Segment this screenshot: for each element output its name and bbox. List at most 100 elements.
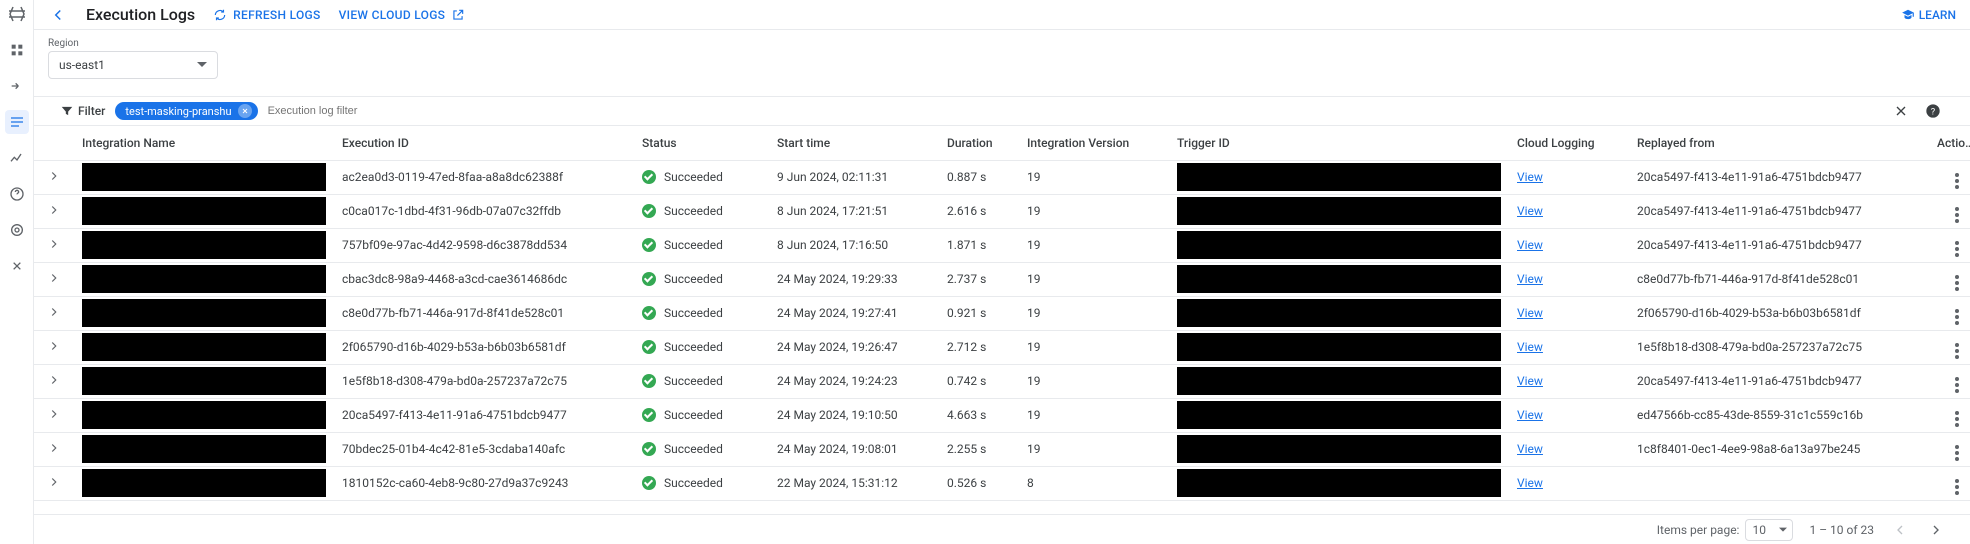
col-duration[interactable]: Duration bbox=[939, 126, 1019, 160]
redacted-block bbox=[1177, 231, 1501, 259]
table-row[interactable]: 1e5f8b18-d308-479a-bd0a-257237a72c75 Suc… bbox=[34, 364, 1970, 398]
view-cloud-log-link[interactable]: View bbox=[1517, 272, 1543, 286]
cell-integration-name bbox=[74, 466, 334, 500]
filter-input[interactable] bbox=[268, 105, 1069, 117]
col-start-time[interactable]: Start time bbox=[769, 126, 939, 160]
back-button[interactable] bbox=[48, 5, 68, 25]
expand-row-button[interactable] bbox=[34, 466, 74, 500]
redacted-block bbox=[1177, 435, 1501, 463]
filter-help-button[interactable]: ? bbox=[1922, 100, 1944, 122]
cell-trigger-id bbox=[1169, 262, 1509, 296]
row-actions-button[interactable] bbox=[1929, 228, 1970, 262]
view-cloud-log-link[interactable]: View bbox=[1517, 306, 1543, 320]
table-row[interactable]: 1810152c-ca60-4eb8-9c80-27d9a37c9243 Suc… bbox=[34, 466, 1970, 500]
chevron-right-icon bbox=[47, 169, 61, 183]
row-actions-button[interactable] bbox=[1929, 160, 1970, 194]
cell-integration-name bbox=[74, 194, 334, 228]
view-cloud-log-link[interactable]: View bbox=[1517, 442, 1543, 456]
view-cloud-log-link[interactable]: View bbox=[1517, 170, 1543, 184]
expand-row-button[interactable] bbox=[34, 194, 74, 228]
row-actions-button[interactable] bbox=[1929, 364, 1970, 398]
redacted-block bbox=[1177, 367, 1501, 395]
table-row[interactable]: ac2ea0d3-0119-47ed-8faa-a8a8dc62388f Suc… bbox=[34, 160, 1970, 194]
clear-filter-button[interactable] bbox=[1890, 100, 1912, 122]
row-actions-button[interactable] bbox=[1929, 194, 1970, 228]
view-cloud-log-link[interactable]: View bbox=[1517, 340, 1543, 354]
nav-dashboard-icon[interactable] bbox=[5, 38, 29, 62]
expand-row-button[interactable] bbox=[34, 364, 74, 398]
filter-chip-remove[interactable] bbox=[238, 104, 252, 118]
nav-help-icon[interactable] bbox=[5, 182, 29, 206]
expand-row-button[interactable] bbox=[34, 398, 74, 432]
cell-integration-version: 19 bbox=[1019, 262, 1169, 296]
nav-logs-icon[interactable] bbox=[5, 110, 29, 134]
chevron-right-icon bbox=[47, 237, 61, 251]
row-actions-button[interactable] bbox=[1929, 330, 1970, 364]
learn-label: LEARN bbox=[1919, 8, 1956, 22]
expand-row-button[interactable] bbox=[34, 228, 74, 262]
view-cloud-logs-button[interactable]: VIEW CLOUD LOGS bbox=[339, 8, 466, 22]
expand-row-button[interactable] bbox=[34, 160, 74, 194]
close-icon bbox=[241, 107, 249, 115]
learn-button[interactable]: LEARN bbox=[1901, 8, 1956, 22]
cell-cloud-logging: View bbox=[1509, 330, 1629, 364]
filter-chip[interactable]: test-masking-pranshu bbox=[115, 102, 257, 120]
table-row[interactable]: c0ca017c-1dbd-4f31-96db-07a07c32ffdb Suc… bbox=[34, 194, 1970, 228]
view-cloud-log-link[interactable]: View bbox=[1517, 374, 1543, 388]
table-row[interactable]: 2f065790-d16b-4029-b53a-b6b03b6581df Suc… bbox=[34, 330, 1970, 364]
col-replayed-from[interactable]: Replayed from bbox=[1629, 126, 1929, 160]
nav-monitoring-icon[interactable] bbox=[5, 146, 29, 170]
redacted-block bbox=[82, 333, 326, 361]
redacted-block bbox=[1177, 163, 1501, 191]
cell-status: Succeeded bbox=[634, 398, 769, 432]
view-cloud-log-link[interactable]: View bbox=[1517, 204, 1543, 218]
row-actions-button[interactable] bbox=[1929, 466, 1970, 500]
redacted-block bbox=[1177, 299, 1501, 327]
chevron-right-icon bbox=[47, 373, 61, 387]
row-actions-button[interactable] bbox=[1929, 398, 1970, 432]
expand-row-button[interactable] bbox=[34, 330, 74, 364]
table-row[interactable]: c8e0d77b-fb71-446a-917d-8f41de528c01 Suc… bbox=[34, 296, 1970, 330]
col-trigger-id[interactable]: Trigger ID bbox=[1169, 126, 1509, 160]
page-size-select[interactable]: 10 bbox=[1745, 519, 1793, 541]
row-actions-button[interactable] bbox=[1929, 432, 1970, 466]
nav-connectors-icon[interactable] bbox=[5, 254, 29, 278]
next-page-button[interactable] bbox=[1926, 520, 1946, 540]
filter-toggle[interactable]: Filter bbox=[60, 104, 105, 118]
table-row[interactable]: 70bdec25-01b4-4c42-81e5-3cdaba140afc Suc… bbox=[34, 432, 1970, 466]
left-rail bbox=[0, 0, 34, 544]
col-integration-name[interactable]: Integration Name bbox=[74, 126, 334, 160]
table-row[interactable]: 20ca5497-f413-4e11-91a6-4751bdcb9477 Suc… bbox=[34, 398, 1970, 432]
view-cloud-log-link[interactable]: View bbox=[1517, 476, 1543, 490]
redacted-block bbox=[1177, 469, 1501, 497]
refresh-logs-button[interactable]: REFRESH LOGS bbox=[213, 8, 320, 22]
view-cloud-log-link[interactable]: View bbox=[1517, 408, 1543, 422]
cell-cloud-logging: View bbox=[1509, 262, 1629, 296]
refresh-logs-label: REFRESH LOGS bbox=[233, 8, 320, 22]
cell-cloud-logging: View bbox=[1509, 398, 1629, 432]
col-cloud-logging[interactable]: Cloud Logging bbox=[1509, 126, 1629, 160]
nav-settings-icon[interactable] bbox=[5, 218, 29, 242]
cell-start-time: 8 Jun 2024, 17:21:51 bbox=[769, 194, 939, 228]
cell-start-time: 8 Jun 2024, 17:16:50 bbox=[769, 228, 939, 262]
expand-row-button[interactable] bbox=[34, 432, 74, 466]
success-icon bbox=[642, 272, 656, 286]
region-select[interactable]: us-east1 bbox=[48, 51, 218, 79]
col-integration-version[interactable]: Integration Version bbox=[1019, 126, 1169, 160]
prev-page-button[interactable] bbox=[1890, 520, 1910, 540]
cell-duration: 4.663 s bbox=[939, 398, 1019, 432]
col-execution-id[interactable]: Execution ID bbox=[334, 126, 634, 160]
col-status[interactable]: Status bbox=[634, 126, 769, 160]
nav-integrations-icon[interactable] bbox=[5, 74, 29, 98]
kebab-icon bbox=[1955, 411, 1959, 427]
redacted-block bbox=[82, 367, 326, 395]
expand-row-button[interactable] bbox=[34, 262, 74, 296]
cell-replayed-from: 2f065790-d16b-4029-b53a-b6b03b6581df bbox=[1629, 296, 1929, 330]
table-row[interactable]: 757bf09e-97ac-4d42-9598-d6c3878dd534 Suc… bbox=[34, 228, 1970, 262]
kebab-icon bbox=[1955, 343, 1959, 359]
view-cloud-log-link[interactable]: View bbox=[1517, 238, 1543, 252]
row-actions-button[interactable] bbox=[1929, 296, 1970, 330]
expand-row-button[interactable] bbox=[34, 296, 74, 330]
row-actions-button[interactable] bbox=[1929, 262, 1970, 296]
table-row[interactable]: cbac3dc8-98a9-4468-a3cd-cae3614686dc Suc… bbox=[34, 262, 1970, 296]
